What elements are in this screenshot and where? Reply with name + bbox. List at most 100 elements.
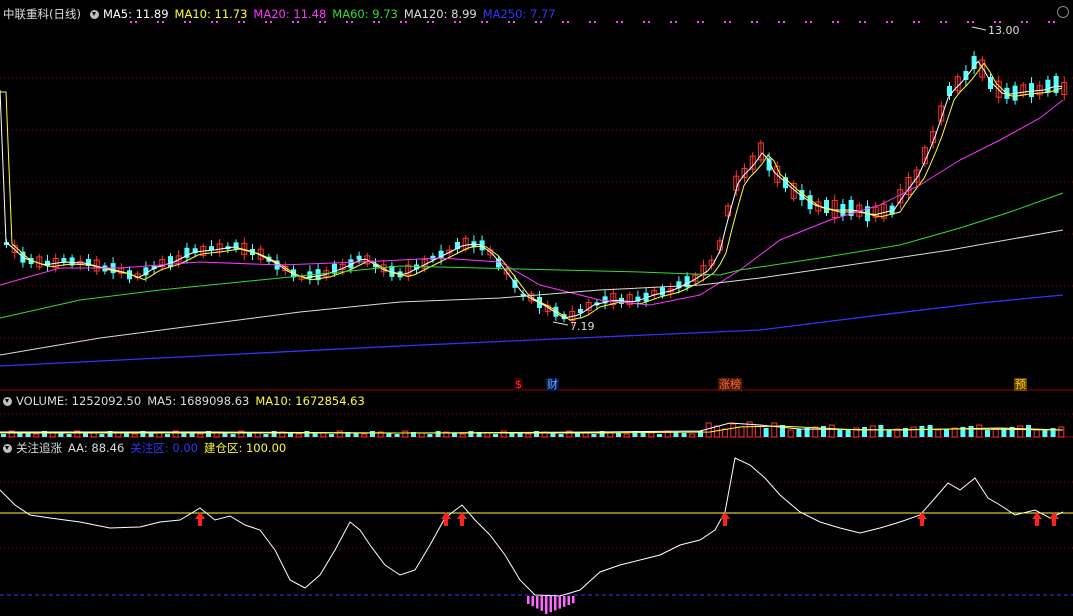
volume-bar xyxy=(689,433,696,438)
marker-dot xyxy=(859,21,861,23)
volume-bar xyxy=(295,433,302,438)
marker-dot xyxy=(643,21,645,23)
candle-down xyxy=(356,255,362,260)
volume-bar xyxy=(484,432,491,438)
event-marker-dividend[interactable]: $ xyxy=(514,378,523,391)
ma60-label: MA60: 9.73 xyxy=(332,7,398,21)
marker-dot xyxy=(994,21,996,23)
buy-arrow-icon xyxy=(1032,512,1042,526)
volume-bar xyxy=(976,424,983,438)
volume-bar xyxy=(254,432,261,438)
marker-dot xyxy=(1026,21,1028,23)
histogram-bar xyxy=(558,596,561,609)
histogram-bar xyxy=(545,596,548,614)
marker-dot xyxy=(562,21,564,23)
indicator-title[interactable]: 关注追涨 xyxy=(16,441,62,455)
volume-panel-header: VOLUME: 1252092.50 MA5: 1689098.63 MA10: 1… xyxy=(0,393,371,409)
kline-chart[interactable] xyxy=(0,0,1073,616)
volume-bar xyxy=(886,430,892,437)
marker-dot xyxy=(616,21,618,23)
volume-bar xyxy=(320,432,327,438)
marker-dot xyxy=(778,21,780,23)
volume-bar xyxy=(616,433,621,437)
candle-down xyxy=(824,200,829,213)
volume-bar xyxy=(33,433,40,438)
volume-bar xyxy=(263,434,269,437)
volume-bar xyxy=(968,426,974,437)
stock-title[interactable]: 中联重科(日线) xyxy=(3,7,81,21)
volume-bar xyxy=(304,431,310,437)
volume-bar xyxy=(550,433,556,437)
buy-arrow-icon xyxy=(195,512,205,526)
dropdown-circle-icon[interactable] xyxy=(3,444,12,453)
volume-bar xyxy=(657,434,662,437)
volume-bar xyxy=(623,433,630,438)
high-pointer xyxy=(971,26,987,31)
indicator-panel-header: 关注追涨 AA: 88.46 关注区: 0.00 建仓区: 100.00 xyxy=(0,440,292,456)
marker-dot xyxy=(940,21,942,23)
marker-dot xyxy=(918,21,920,23)
volume-bar xyxy=(591,434,597,437)
volume-bar xyxy=(131,433,138,438)
marker-dot xyxy=(913,21,915,23)
volume-bar xyxy=(845,429,851,437)
volume-bar xyxy=(165,434,170,437)
volume-bar xyxy=(812,426,819,438)
candle-down xyxy=(61,258,67,263)
volume-bar xyxy=(99,434,105,437)
marker-dot xyxy=(724,21,726,23)
volume-bar xyxy=(156,432,163,438)
histogram-bar xyxy=(567,596,570,605)
volume-bar xyxy=(418,432,425,438)
buy-arrow-icon xyxy=(720,512,730,526)
candle-down xyxy=(209,246,214,251)
volume-bar xyxy=(992,428,999,438)
volume-bar xyxy=(468,431,474,437)
candle-down xyxy=(660,287,665,296)
marker-dot xyxy=(999,21,1001,23)
low-price-label: 7.19 xyxy=(570,320,595,333)
volume-bar xyxy=(25,433,31,437)
volume-ma5: MA5: 1689098.63 xyxy=(147,394,250,408)
marker-dot xyxy=(670,21,672,23)
high-price-label: 13.00 xyxy=(988,24,1020,37)
indicator-build: 建仓区: 100.00 xyxy=(203,441,287,455)
marker-dot xyxy=(648,21,650,23)
volume-bar xyxy=(525,433,532,438)
marker-dot xyxy=(751,21,753,23)
volume-bar xyxy=(878,425,884,437)
volume-bar xyxy=(222,433,228,437)
histogram-bar xyxy=(540,596,543,611)
volume-bar xyxy=(66,434,72,437)
event-marker-forecast[interactable]: 预 xyxy=(1014,378,1027,391)
volume-bar xyxy=(500,430,507,438)
volume-bar xyxy=(1058,426,1065,438)
volume-bar xyxy=(862,427,867,437)
buy-arrow-icon xyxy=(917,512,927,526)
event-marker-top-gainers[interactable]: 涨榜 xyxy=(718,378,742,391)
volume-bar xyxy=(452,433,457,437)
close-icon[interactable] xyxy=(1057,6,1069,18)
volume-bar xyxy=(1033,429,1040,438)
volume-bar xyxy=(681,433,687,437)
marker-dot xyxy=(697,21,699,23)
volume-bar xyxy=(124,433,129,437)
volume-bar xyxy=(1026,425,1031,437)
dropdown-circle-icon[interactable] xyxy=(3,397,12,406)
volume-bar xyxy=(796,429,802,437)
volume-bar xyxy=(738,426,745,438)
event-marker-finance[interactable]: 财 xyxy=(546,378,559,391)
dropdown-circle-icon[interactable] xyxy=(89,10,99,19)
marker-dot xyxy=(945,21,947,23)
volume-bar xyxy=(459,433,466,438)
volume-bar xyxy=(582,432,589,438)
marker-dot xyxy=(864,21,866,23)
volume-bar xyxy=(353,433,359,437)
volume-bar xyxy=(58,433,64,437)
volume-bar xyxy=(1,434,6,437)
histogram-bar xyxy=(531,596,534,607)
candle-down xyxy=(168,256,173,268)
volume-bar xyxy=(763,428,769,437)
candle-down xyxy=(1045,79,1051,93)
volume-bar xyxy=(927,425,933,437)
